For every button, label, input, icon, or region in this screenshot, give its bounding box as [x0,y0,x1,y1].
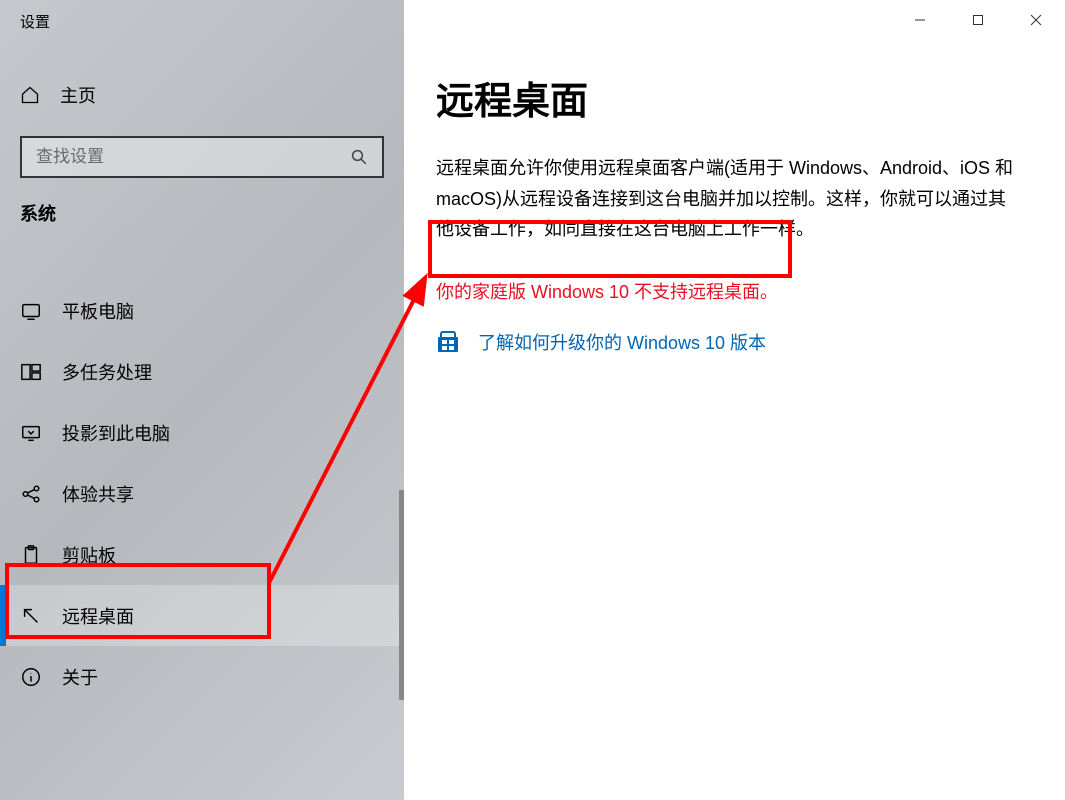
home-label: 主页 [60,82,96,108]
section-label: 系统 [0,178,404,240]
window-title: 设置 [20,11,50,32]
search-box[interactable] [20,136,384,178]
sidebar-item-label: 多任务处理 [62,359,152,385]
sidebar-item-label: 关于 [62,664,98,690]
home-button[interactable]: 主页 [0,72,404,118]
sidebar-item-label: 平板电脑 [62,298,134,324]
minimize-button[interactable] [891,0,949,40]
maximize-button[interactable] [949,0,1007,40]
home-icon [20,85,40,105]
main-content: 远程桌面 远程桌面允许你使用远程桌面客户端(适用于 Windows、Androi… [404,0,1065,800]
sidebar-item-label: 剪贴板 [62,542,116,568]
upgrade-link-row: 了解如何升级你的 Windows 10 版本 [404,315,1065,355]
share-icon [20,483,42,505]
clipboard-icon [20,544,42,566]
tablet-icon [20,300,42,322]
sidebar-item-share[interactable]: 体验共享 [0,463,404,524]
description-text: 远程桌面允许你使用远程桌面客户端(适用于 Windows、Android、iOS… [404,125,1065,245]
close-button[interactable] [1007,0,1065,40]
search-icon [350,148,368,166]
sidebar-item-tablet[interactable]: 平板电脑 [0,280,404,341]
sidebar-item-clipboard[interactable]: 剪贴板 [0,524,404,585]
sidebar: 设置 主页 系统 平板电脑 [0,0,404,800]
warning-box: 你的家庭版 Windows 10 不支持远程桌面。 [436,267,792,315]
sidebar-item-multitask[interactable]: 多任务处理 [0,341,404,402]
about-icon [20,666,42,688]
remote-icon [20,605,42,627]
project-icon [20,422,42,444]
search-input[interactable] [36,147,350,167]
sidebar-item-about[interactable]: 关于 [0,646,404,707]
multitask-icon [20,361,42,383]
window-controls [891,0,1065,40]
sidebar-item-project[interactable]: 投影到此电脑 [0,402,404,463]
upgrade-link[interactable]: 了解如何升级你的 Windows 10 版本 [478,329,766,355]
sidebar-item-remote[interactable]: 远程桌面 [0,585,404,646]
warning-text: 你的家庭版 Windows 10 不支持远程桌面。 [436,278,778,304]
sidebar-item-label: 体验共享 [62,481,134,507]
store-icon [436,330,460,354]
nav-list: 平板电脑 多任务处理 投影到此电脑 [0,280,404,707]
titlebar: 设置 [0,0,404,42]
sidebar-item-label: 远程桌面 [62,603,134,629]
sidebar-item-label: 投影到此电脑 [62,420,170,446]
